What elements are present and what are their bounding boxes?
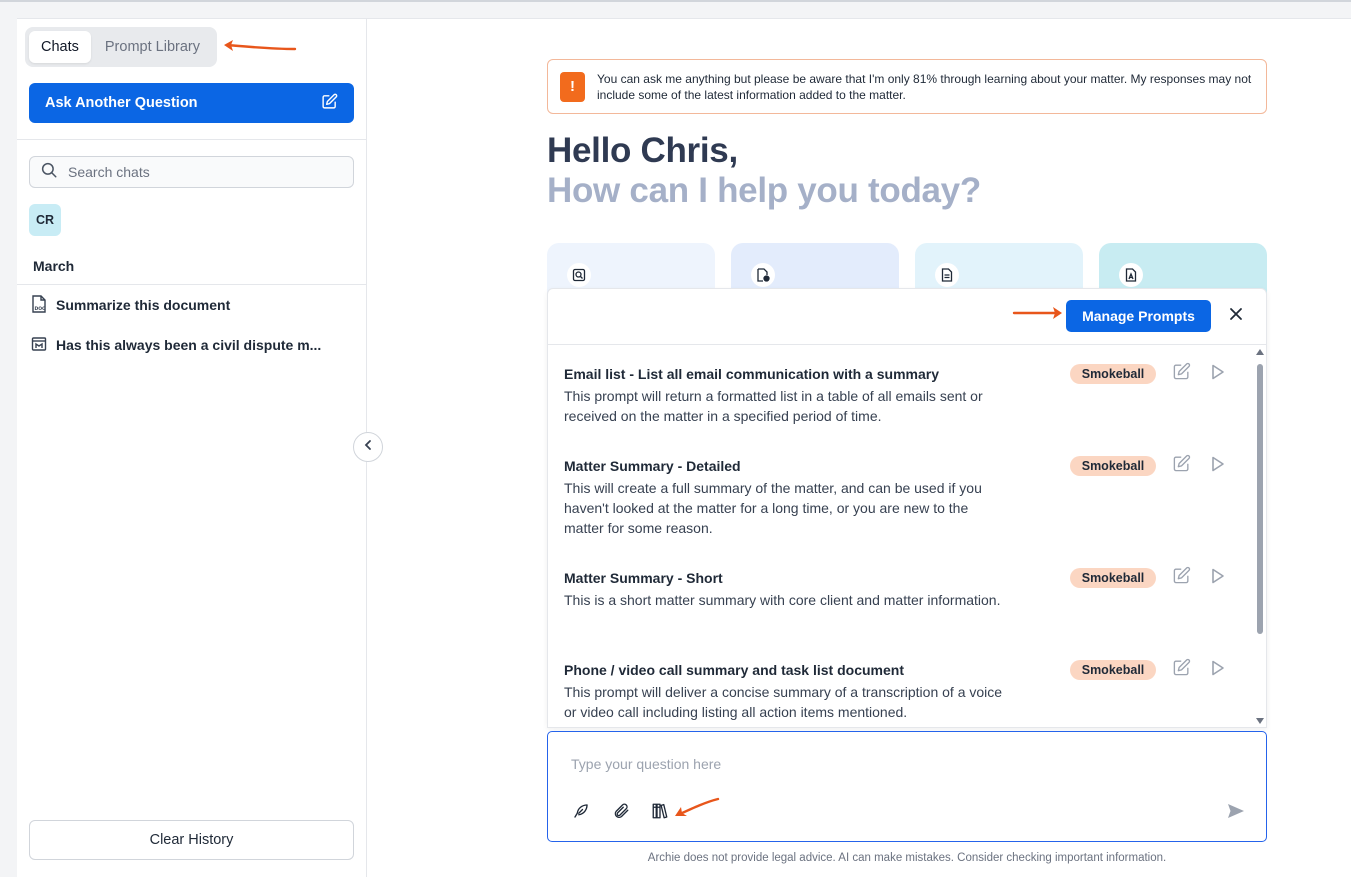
- play-icon: [1211, 364, 1225, 385]
- edit-icon: [321, 93, 338, 114]
- play-icon: [1211, 456, 1225, 477]
- feather-pen-icon: [572, 802, 590, 825]
- greeting-title: Hello Chris,: [547, 131, 738, 170]
- chevron-left-icon: [362, 438, 374, 456]
- source-badge: Smokeball: [1070, 568, 1156, 588]
- question-composer: [547, 731, 1267, 842]
- prompt-list: Email list - List all email communicatio…: [548, 346, 1253, 728]
- edit-icon: [1172, 362, 1191, 386]
- clear-history-button[interactable]: Clear History: [29, 820, 354, 860]
- section-divider: [17, 284, 367, 285]
- prompt-item[interactable]: Matter Summary - Detailed This will crea…: [564, 454, 1253, 538]
- close-icon: [1229, 307, 1243, 326]
- tab-prompt-library[interactable]: Prompt Library: [93, 31, 212, 63]
- prompt-description: This prompt will return a formatted list…: [564, 388, 983, 424]
- search-chats-input[interactable]: [68, 164, 328, 180]
- chat-item-title: Summarize this document: [56, 297, 231, 313]
- app-window: Chats Prompt Library Ask Another Questio…: [17, 18, 1351, 877]
- chat-item-title: Has this always been a civil dispute m..…: [56, 337, 322, 353]
- question-input[interactable]: [571, 754, 1171, 774]
- play-icon: [1211, 660, 1225, 681]
- prompt-description: This will create a full summary of the m…: [564, 480, 982, 536]
- scroll-thumb[interactable]: [1257, 364, 1263, 634]
- greeting-subtitle: How can I help you today?: [547, 171, 981, 210]
- scroll-up-arrow-icon[interactable]: [1256, 349, 1264, 355]
- run-prompt-button[interactable]: [1207, 363, 1229, 385]
- source-badge: Smokeball: [1070, 456, 1156, 476]
- scroll-down-arrow-icon[interactable]: [1256, 718, 1264, 724]
- doc-file-icon: DOC: [31, 294, 47, 316]
- ask-button-label: Ask Another Question: [45, 95, 198, 111]
- prompt-panel-header: Manage Prompts: [548, 289, 1266, 345]
- ai-disclaimer: Archie does not provide legal advice. AI…: [647, 852, 1167, 864]
- send-icon: [1227, 803, 1245, 824]
- library-books-icon: [651, 802, 669, 825]
- play-icon: [1211, 568, 1225, 589]
- pdf-document-icon: [1119, 263, 1143, 287]
- source-badge: Smokeball: [1070, 364, 1156, 384]
- close-panel-button[interactable]: [1224, 304, 1248, 328]
- prompt-library-panel: Manage Prompts Email list - List all ema…: [547, 288, 1267, 728]
- prompt-library-button[interactable]: [649, 802, 671, 824]
- warning-document-icon: !: [560, 71, 585, 102]
- ask-another-question-button[interactable]: Ask Another Question: [29, 83, 354, 123]
- manage-prompts-button[interactable]: Manage Prompts: [1066, 300, 1211, 332]
- sidebar-divider: [17, 139, 367, 140]
- window-top-border: [0, 0, 1351, 2]
- prompt-tool-button[interactable]: [570, 802, 592, 824]
- send-button[interactable]: [1224, 802, 1248, 824]
- prompt-list-scrollbar[interactable]: [1253, 346, 1266, 728]
- prompt-description: This prompt will deliver a concise summa…: [564, 684, 1003, 720]
- edit-prompt-button[interactable]: [1170, 566, 1192, 590]
- prompt-item[interactable]: Phone / video call summary and task list…: [564, 658, 1253, 722]
- chat-item-civil-dispute[interactable]: Has this always been a civil dispute m..…: [31, 333, 331, 357]
- chat-item-summarize[interactable]: DOC Summarize this document: [31, 293, 331, 317]
- edit-prompt-button[interactable]: [1170, 454, 1192, 478]
- svg-text:DOC: DOC: [35, 306, 47, 312]
- learning-progress-notice: ! You can ask me anything but please be …: [547, 59, 1267, 114]
- prompt-description: This is a short matter summary with core…: [564, 592, 1001, 608]
- run-prompt-button[interactable]: [1207, 659, 1229, 681]
- edit-prompt-button[interactable]: [1170, 658, 1192, 682]
- search-box: [29, 156, 354, 188]
- run-prompt-button[interactable]: [1207, 455, 1229, 477]
- prompt-item[interactable]: Email list - List all email communicatio…: [564, 362, 1253, 426]
- source-badge: Smokeball: [1070, 660, 1156, 680]
- sidebar-tabs: Chats Prompt Library: [25, 27, 217, 67]
- edit-icon: [1172, 454, 1191, 478]
- document-clock-icon: [751, 263, 775, 287]
- notice-text: You can ask me anything but please be aw…: [597, 71, 1252, 102]
- edit-prompt-button[interactable]: [1170, 362, 1192, 386]
- edit-icon: [1172, 658, 1191, 682]
- sidebar: Chats Prompt Library Ask Another Questio…: [17, 19, 367, 877]
- document-lines-icon: [935, 263, 959, 287]
- search-document-icon: [567, 263, 591, 287]
- edit-icon: [1172, 566, 1191, 590]
- collapse-sidebar-button[interactable]: [353, 432, 383, 462]
- paperclip-icon: [612, 802, 630, 825]
- chat-section-label: March: [33, 258, 75, 274]
- matter-icon: [31, 336, 47, 355]
- user-avatar[interactable]: CR: [29, 204, 61, 236]
- tab-chats[interactable]: Chats: [29, 31, 91, 63]
- search-icon: [40, 161, 58, 184]
- attach-file-button[interactable]: [610, 802, 632, 824]
- prompt-item[interactable]: Matter Summary - Short This is a short m…: [564, 566, 1253, 610]
- run-prompt-button[interactable]: [1207, 567, 1229, 589]
